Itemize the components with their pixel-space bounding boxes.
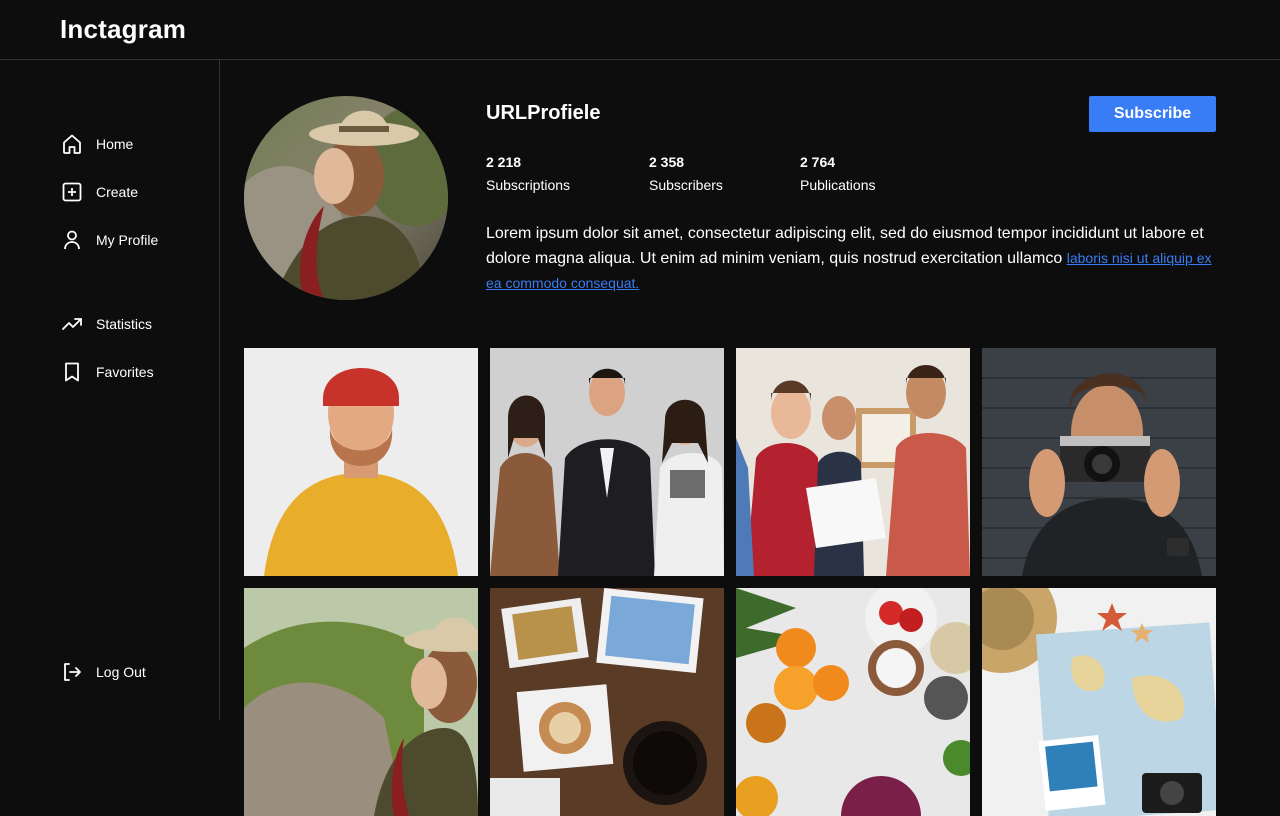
stat-publications[interactable]: 2 764 Publications	[800, 154, 876, 193]
stat-value: 2 764	[800, 154, 836, 170]
sidebar-item-label: Home	[96, 136, 134, 152]
stat-subscriptions[interactable]: 2 218 Subscriptions	[486, 154, 570, 193]
plus-square-icon	[60, 180, 84, 204]
post-thumbnail[interactable]	[736, 588, 970, 816]
sidebar-item-my-profile[interactable]: My Profile	[60, 228, 158, 252]
post-thumbnail[interactable]	[982, 348, 1216, 576]
stat-value: 2 218	[486, 154, 522, 170]
bookmark-icon	[60, 360, 84, 384]
sidebar-item-label: Create	[96, 184, 139, 200]
logout-button[interactable]: Log Out	[60, 660, 146, 684]
stat-label: Publications	[800, 177, 876, 193]
sidebar-item-label: Favorites	[96, 364, 154, 380]
post-thumbnail[interactable]	[490, 348, 724, 576]
post-thumbnail[interactable]	[244, 348, 478, 576]
profile-bio: Lorem ipsum dolor sit amet, consectetur …	[486, 222, 1218, 296]
sidebar: Home Create My Profile Statistics Favori…	[0, 60, 220, 720]
avatar	[244, 96, 448, 300]
trending-up-icon	[60, 312, 84, 336]
sidebar-item-favorites[interactable]: Favorites	[60, 360, 154, 384]
sidebar-item-statistics[interactable]: Statistics	[60, 312, 152, 336]
stat-label: Subscriptions	[486, 177, 571, 193]
log-out-icon	[60, 660, 84, 684]
sidebar-item-label: My Profile	[96, 232, 159, 248]
post-thumbnail[interactable]	[490, 588, 724, 816]
sidebar-item-home[interactable]: Home	[60, 132, 133, 156]
subscribe-button[interactable]: Subscribe	[1089, 96, 1216, 132]
posts-grid	[244, 348, 1216, 816]
app-logo[interactable]: Inctagram	[60, 14, 186, 45]
post-thumbnail[interactable]	[736, 348, 970, 576]
post-thumbnail[interactable]	[982, 588, 1216, 816]
logout-label: Log Out	[96, 664, 146, 680]
sidebar-item-create[interactable]: Create	[60, 180, 138, 204]
sidebar-item-label: Statistics	[96, 316, 153, 332]
profile-username: URLProfiele	[486, 102, 601, 124]
post-thumbnail[interactable]	[244, 588, 478, 816]
home-icon	[60, 132, 84, 156]
stat-subscribers[interactable]: 2 358 Subscribers	[649, 154, 723, 193]
top-bar: Inctagram	[0, 0, 1280, 60]
profile-main: URLProfiele Subscribe 2 218 Subscription…	[220, 60, 1280, 816]
stat-label: Subscribers	[649, 177, 723, 193]
stat-value: 2 358	[649, 154, 685, 170]
person-icon	[60, 228, 84, 252]
